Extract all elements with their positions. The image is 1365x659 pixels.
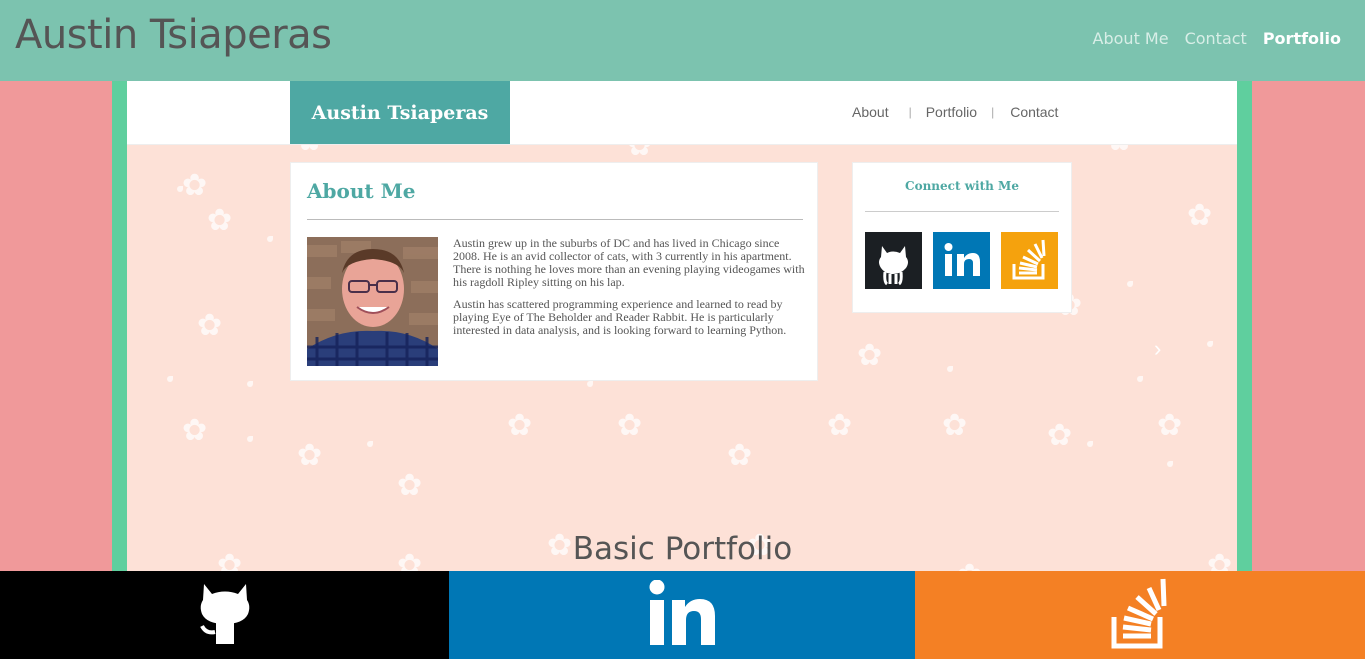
stackoverflow-link[interactable]	[915, 571, 1365, 659]
top-navbar: Austin Tsiaperas About Me Contact Portfo…	[0, 0, 1365, 81]
github-icon[interactable]	[865, 232, 922, 289]
flower-decoration: ✿	[1187, 198, 1213, 233]
about-paragraph: Austin grew up in the suburbs of DC and …	[453, 236, 805, 289]
flower-decoration: ✿	[397, 468, 423, 503]
linkedin-link[interactable]	[449, 571, 915, 659]
flower-decoration: ✿	[617, 408, 643, 443]
about-card: About Me Austin grew up in the suburbs o…	[290, 162, 818, 381]
github-icon	[198, 582, 252, 649]
petal-decoration	[247, 381, 253, 387]
flower-decoration: ✿	[827, 408, 853, 443]
preview-header: Austin Tsiaperas About | Portfolio | Con…	[127, 81, 1237, 145]
divider	[865, 211, 1059, 212]
petal-decoration	[1127, 281, 1133, 287]
flower-decoration: ✿	[1157, 408, 1183, 443]
petal-decoration	[1087, 441, 1093, 447]
linkedin-icon	[649, 579, 715, 651]
flower-decoration: ✿	[942, 408, 968, 443]
flower-decoration: ✿	[857, 338, 883, 373]
flower-decoration: ✿	[197, 308, 223, 343]
stackoverflow-icon[interactable]	[1001, 232, 1058, 289]
flower-decoration: ✿	[507, 408, 533, 443]
petal-decoration	[947, 366, 953, 372]
petal-decoration	[167, 376, 173, 382]
preview-nav-contact[interactable]: Contact	[1010, 104, 1058, 120]
petal-decoration	[367, 441, 373, 447]
preview-nav: About | Portfolio | Contact	[852, 104, 1058, 120]
portfolio-carousel: ✿✿✿✿✿✿✿✿✿✿✿✿✿✿✿✿✿✿✿✿✿✿✿✿✿✿✿✿✿ Austin Tsi…	[112, 81, 1252, 571]
about-text: Austin grew up in the suburbs of DC and …	[453, 237, 809, 346]
flower-decoration: ✿	[182, 413, 208, 448]
project-screenshot: ✿✿✿✿✿✿✿✿✿✿✿✿✿✿✿✿✿✿✿✿✿✿✿✿✿✿✿✿✿ Austin Tsi…	[127, 81, 1237, 571]
flower-decoration: ✿	[297, 438, 323, 473]
social-bar	[0, 571, 1365, 659]
petal-decoration	[587, 381, 593, 387]
petal-decoration	[1167, 461, 1173, 467]
connect-title: Connect with Me	[905, 179, 1019, 193]
nav-about-me[interactable]: About Me	[1093, 29, 1169, 48]
nav-separator: |	[908, 105, 912, 119]
linkedin-icon[interactable]	[933, 232, 990, 289]
nav-portfolio[interactable]: Portfolio	[1263, 29, 1341, 48]
site-title[interactable]: Austin Tsiaperas	[15, 12, 332, 58]
carousel-next-arrow[interactable]: ›	[1154, 336, 1161, 362]
about-paragraph: Austin has scattered programming experie…	[453, 297, 787, 337]
divider	[307, 219, 803, 220]
about-title: About Me	[307, 179, 416, 203]
flower-decoration: ✿	[207, 203, 233, 238]
nav-contact[interactable]: Contact	[1185, 29, 1247, 48]
preview-brand[interactable]: Austin Tsiaperas	[290, 81, 510, 144]
petal-decoration	[1207, 341, 1213, 347]
petal-decoration	[267, 236, 273, 242]
preview-nav-portfolio[interactable]: Portfolio	[926, 104, 977, 120]
profile-photo	[307, 237, 438, 366]
github-link[interactable]	[0, 571, 449, 659]
main-nav: About Me Contact Portfolio	[1093, 29, 1341, 48]
portfolio-title: Basic Portfolio	[572, 531, 793, 567]
petal-decoration	[247, 436, 253, 442]
petal-decoration	[177, 186, 183, 192]
petal-decoration	[1137, 376, 1143, 382]
flower-decoration: ✿	[727, 438, 753, 473]
connect-card: Connect with Me	[852, 162, 1072, 313]
stackoverflow-icon	[1111, 577, 1169, 654]
preview-nav-about[interactable]: About	[852, 104, 889, 120]
flower-decoration: ✿	[1047, 418, 1073, 453]
nav-separator: |	[991, 105, 995, 119]
flower-decoration: ✿	[182, 168, 208, 203]
